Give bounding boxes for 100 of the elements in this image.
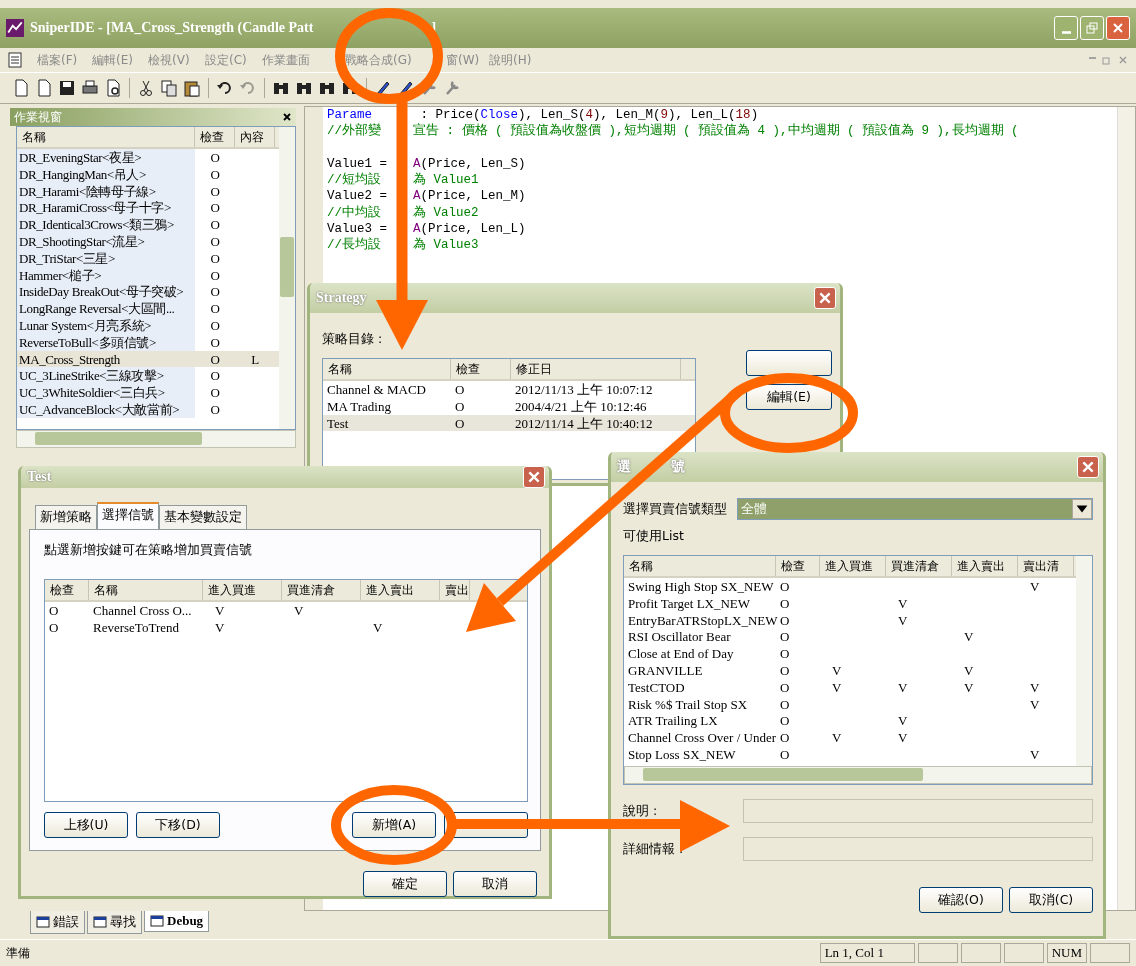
dialog-button[interactable]: 確認(O) — [919, 887, 1003, 913]
table-cell-text: V — [897, 729, 909, 747]
vertical-scrollbar[interactable] — [1076, 556, 1092, 766]
vertical-scrollbar[interactable] — [1117, 107, 1135, 910]
column-header[interactable]: 賣出清 — [1018, 556, 1074, 576]
list-row[interactable]: TestCTOD O V V V V — [624, 678, 1076, 696]
new-file-icon[interactable] — [12, 79, 30, 97]
document-icon[interactable] — [35, 79, 53, 97]
list-row[interactable]: UC_3WhiteSoldier<三白兵> O — [17, 384, 279, 401]
tab[interactable]: Debug — [144, 911, 210, 932]
dialog-button[interactable]: 取消 — [453, 871, 537, 897]
save-icon[interactable] — [58, 79, 76, 97]
list-row[interactable]: Profit Target LX_NEW O V — [624, 594, 1076, 612]
dialog-button[interactable]: 取消(C) — [1009, 887, 1093, 913]
column-header[interactable]: 進入賣出 — [952, 556, 1018, 576]
horizontal-scrollbar[interactable] — [16, 430, 296, 448]
list-row[interactable]: Swing High Stop SX_NEW O V — [624, 578, 1076, 595]
code-token: (Price, Len_M) — [420, 188, 526, 205]
table-cell-text: O — [209, 165, 221, 183]
column-header[interactable]: 檢查 — [195, 127, 235, 147]
list-row[interactable]: LongRange Reversal<大區間... O — [17, 300, 279, 317]
list-row[interactable]: Close at End of Day O — [624, 645, 1076, 662]
table-cell-text: V — [1029, 578, 1041, 595]
column-header[interactable]: 名稱 — [89, 580, 203, 600]
code-token: 18 — [735, 107, 751, 123]
wrench-icon[interactable] — [443, 79, 461, 97]
column-header[interactable]: 進入買進 — [203, 580, 282, 600]
add-button[interactable]: 新增(A) — [352, 812, 436, 838]
undo-icon[interactable] — [216, 79, 234, 97]
table-cell-text: O — [48, 602, 60, 619]
list-row[interactable]: ATR Trailing LX O V — [624, 712, 1076, 730]
code-token: ) — [750, 107, 759, 124]
column-header[interactable]: 買進清倉 — [886, 556, 952, 576]
list-row[interactable]: Stop Loss SX_NEW O V — [624, 745, 1076, 763]
dialog-button[interactable]: 確定 — [363, 871, 447, 897]
column-header[interactable]: 修正日 — [511, 359, 681, 379]
detail-field[interactable] — [743, 837, 1093, 861]
tab[interactable]: 錯誤 — [30, 911, 85, 934]
close-button[interactable] — [523, 466, 545, 488]
table-cell-text: Test — [326, 414, 350, 432]
description-field[interactable] — [743, 799, 1093, 823]
column-header[interactable]: 名稱 — [624, 556, 776, 576]
column-header[interactable]: 檢查 — [45, 580, 89, 600]
column-header[interactable]: 檢查 — [451, 359, 511, 379]
edit-button[interactable]: 編輯(E) — [746, 384, 832, 410]
list-row[interactable]: Risk %$ Trail Stop SX O V — [624, 695, 1076, 713]
status-cell — [960, 943, 1001, 963]
list-row[interactable]: O Channel Cross O... V V — [45, 602, 527, 619]
column-header[interactable]: 進入買進 — [820, 556, 886, 576]
tab[interactable]: 新增策略 — [35, 505, 97, 529]
window-title: SniperIDE - [MA_Cross_Strength (Candle Patt — [30, 20, 314, 36]
close-button[interactable] — [1106, 16, 1130, 40]
list-row[interactable]: Test O 2012/11/14 上午 10:40:12 — [323, 414, 695, 432]
table-cell-text: O — [209, 283, 221, 301]
column-header[interactable]: 買進清倉 — [282, 580, 361, 600]
list-row[interactable]: DR_HaramiCross<母子十字> O — [17, 199, 279, 217]
printer-icon[interactable] — [81, 79, 99, 97]
table-cell-text: O — [779, 594, 791, 612]
dialog-title: 選 — [617, 458, 631, 476]
list-row[interactable]: InsideDay BreakOut<母子突破> O — [17, 283, 279, 301]
dialog-button[interactable] — [746, 350, 832, 376]
column-header[interactable]: 內容 — [235, 127, 275, 147]
list-row[interactable]: DR_EveningStar<夜星> O — [17, 149, 279, 166]
move-button[interactable]: 上移(U) — [44, 812, 128, 838]
table-cell-text: Risk %$ Trail Stop SX — [627, 695, 749, 713]
column-header[interactable]: 賣出 — [440, 580, 470, 600]
horizontal-scrollbar[interactable] — [624, 766, 1092, 784]
close-button[interactable] — [814, 287, 836, 309]
tab[interactable]: 尋找 — [87, 911, 142, 934]
code-token: //短均設 — [327, 173, 381, 188]
column-header[interactable]: 名稱 — [17, 127, 195, 147]
scissors-icon[interactable] — [137, 79, 155, 97]
list-row[interactable]: UC_3LineStrike<三線攻擊> O — [17, 367, 279, 385]
close-icon[interactable] — [282, 112, 292, 122]
list-row[interactable]: MA Trading O 2004/4/21 上午 10:12:46 — [323, 397, 695, 415]
column-header[interactable]: 檢查 — [776, 556, 820, 576]
column-header[interactable]: 進入賣出 — [361, 580, 440, 600]
code-token: //長均設 — [327, 238, 381, 253]
code-token: 宣告 : 價格 ( 預設值為收盤價 ),短均週期 ( 預設值為 4 ),中均週期 ( 預設值為 9 ),長均週期 ( — [413, 123, 1019, 140]
tab[interactable]: 基本變數設定 — [159, 505, 247, 529]
vertical-scrollbar[interactable] — [279, 127, 295, 429]
list-row[interactable]: GRANVILLE O V V — [624, 662, 1076, 679]
move-button[interactable]: 下移(D) — [136, 812, 220, 838]
list-row[interactable]: RSI Oscillator Bear O V — [624, 628, 1076, 646]
code-token: 為 Value2 — [413, 204, 479, 222]
column-header[interactable]: 名稱 — [323, 359, 451, 379]
list-row[interactable]: EntryBarATRStopLX_NEW O V — [624, 611, 1076, 629]
list-row[interactable]: DR_Identical3Crows<類三鴉> O — [17, 216, 279, 233]
table-cell-text: V — [831, 678, 843, 696]
code-token: A — [413, 188, 421, 205]
list-row[interactable]: O ReverseToTrend V V — [45, 618, 527, 636]
field-label: 詳細情報 : — [623, 840, 685, 858]
close-button[interactable] — [1077, 456, 1099, 478]
list-row[interactable]: Channel & MACD O 2012/11/13 上午 10:07:12 — [323, 381, 695, 398]
tab[interactable]: 選擇信號 — [97, 502, 159, 529]
preview-icon[interactable] — [104, 79, 122, 97]
list-row[interactable]: Channel Cross Over / Under O V V — [624, 729, 1076, 746]
list-row[interactable]: MA_Cross_Strength O L — [17, 350, 279, 368]
paste-icon[interactable] — [183, 79, 201, 97]
copy-icon[interactable] — [160, 79, 178, 97]
